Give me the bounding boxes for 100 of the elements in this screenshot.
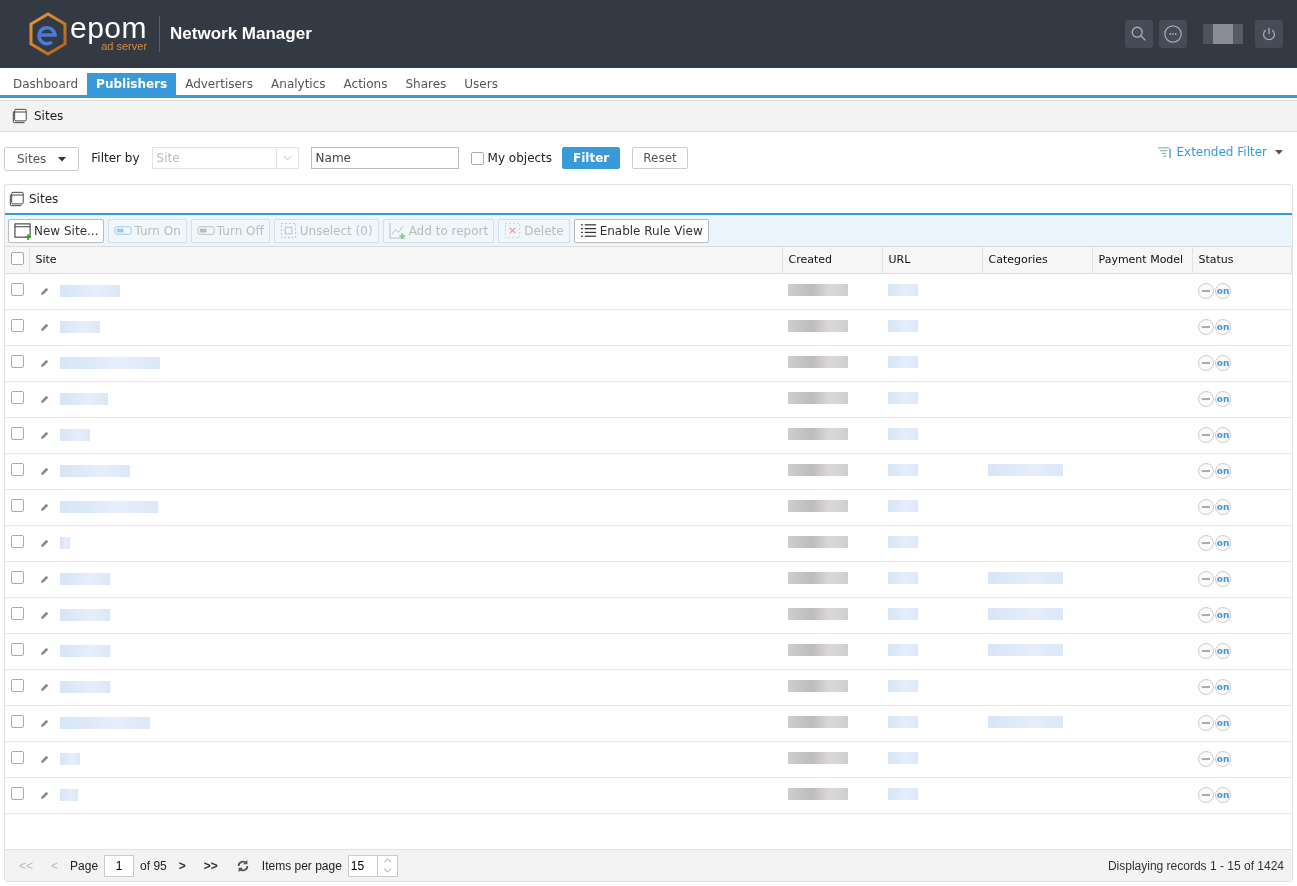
pager-button[interactable]: >> <box>197 858 224 873</box>
status-toggle[interactable]: on <box>1215 643 1231 659</box>
minus-toggle[interactable] <box>1198 571 1214 587</box>
app-title: Network Manager <box>170 24 312 44</box>
column-header[interactable]: Payment Model <box>1092 247 1192 273</box>
logout-button[interactable] <box>1255 20 1283 48</box>
pencil-icon <box>39 537 50 549</box>
toolbar-button[interactable]: Enable Rule View <box>573 218 709 243</box>
status-toggle[interactable]: on <box>1215 319 1231 335</box>
nav-tab[interactable]: Shares <box>396 73 456 95</box>
row-checkbox[interactable] <box>11 463 24 476</box>
minus-toggle[interactable] <box>1198 535 1214 551</box>
chevron-down-icon <box>282 155 292 161</box>
blurred-text <box>888 463 918 476</box>
blurred-text <box>888 607 918 620</box>
column-header[interactable]: Categories <box>982 247 1092 273</box>
page-label: Page <box>70 858 99 873</box>
row-checkbox[interactable] <box>11 283 24 296</box>
minus-toggle[interactable] <box>1198 427 1214 443</box>
blurred-text <box>888 427 918 440</box>
minus-toggle[interactable] <box>1198 391 1214 407</box>
items-per-page-field[interactable]: 15 <box>347 854 378 877</box>
minus-toggle[interactable] <box>1198 643 1214 659</box>
name-field[interactable]: Name <box>310 147 459 169</box>
column-header[interactable]: URL <box>882 247 982 273</box>
row-checkbox[interactable] <box>11 679 24 692</box>
pencil-icon <box>39 645 50 657</box>
row-checkbox[interactable] <box>11 355 24 368</box>
pager-button[interactable]: > <box>172 858 192 873</box>
status-toggle[interactable]: on <box>1215 607 1231 623</box>
blurred-text <box>788 571 848 584</box>
column-header[interactable]: Status <box>1192 247 1292 273</box>
row-checkbox[interactable] <box>11 643 24 656</box>
status-toggle[interactable]: on <box>1215 427 1231 443</box>
records-summary: Displaying records 1 - 15 of 1424 <box>1107 858 1284 873</box>
minus-toggle[interactable] <box>1198 787 1214 803</box>
nav-tab[interactable]: Publishers <box>87 73 177 95</box>
minus-toggle[interactable] <box>1198 319 1214 335</box>
status-toggle[interactable]: on <box>1215 463 1231 479</box>
row-checkbox[interactable] <box>11 535 24 548</box>
chat-button[interactable] <box>1159 20 1187 48</box>
blurred-text <box>788 391 848 404</box>
minus-toggle[interactable] <box>1198 283 1214 299</box>
row-checkbox[interactable] <box>11 319 24 332</box>
refresh-icon <box>235 858 250 873</box>
extended-filter-link[interactable]: Extended Filter <box>1157 145 1283 159</box>
status-toggle[interactable]: on <box>1215 787 1231 803</box>
status-toggle[interactable]: on <box>1215 571 1231 587</box>
dashed-square-icon <box>279 221 298 240</box>
status-toggle[interactable]: on <box>1215 499 1231 515</box>
page-field[interactable]: 1 <box>104 854 135 877</box>
reset-button[interactable]: Reset <box>632 147 688 169</box>
pencil-icon <box>39 717 50 729</box>
column-header[interactable]: Site <box>29 247 782 273</box>
checkbox[interactable] <box>470 151 484 165</box>
row-checkbox[interactable] <box>11 607 24 620</box>
blurred-text <box>60 393 108 405</box>
status-toggle[interactable]: on <box>1215 535 1231 551</box>
pencil-icon <box>39 753 50 765</box>
row-checkbox[interactable] <box>11 499 24 512</box>
spinner-arrows[interactable] <box>377 854 398 877</box>
row-checkbox[interactable] <box>11 787 24 800</box>
status-toggle[interactable]: on <box>1215 679 1231 695</box>
status-toggle[interactable]: on <box>1215 283 1231 299</box>
blurred-user-name <box>1203 24 1243 44</box>
filter-button[interactable]: Filter <box>562 147 621 169</box>
nav-tab[interactable]: Users <box>455 73 507 95</box>
row-checkbox[interactable] <box>11 751 24 764</box>
minus-toggle[interactable] <box>1198 463 1214 479</box>
blurred-text <box>888 679 918 692</box>
column-header[interactable]: Created <box>782 247 882 273</box>
row-checkbox[interactable] <box>11 427 24 440</box>
row-checkbox[interactable] <box>11 715 24 728</box>
filter-select[interactable]: Site <box>151 147 299 169</box>
minus-toggle[interactable] <box>1198 715 1214 731</box>
nav-tab[interactable]: Dashboard <box>4 73 88 95</box>
nav-tab[interactable]: Analytics <box>262 73 335 95</box>
row-checkbox[interactable] <box>11 571 24 584</box>
minus-toggle[interactable] <box>1198 499 1214 515</box>
select-all-checkbox[interactable] <box>11 251 24 265</box>
toolbar-button[interactable]: New Site... <box>8 218 105 243</box>
scope-dropdown[interactable]: Sites <box>4 147 80 171</box>
nav-tab[interactable]: Advertisers <box>176 73 263 95</box>
status-toggle[interactable]: on <box>1215 391 1231 407</box>
items-per-page-label: Items per page <box>261 858 342 873</box>
blurred-text <box>788 751 848 764</box>
status-toggle[interactable]: on <box>1215 355 1231 371</box>
nav-tab[interactable]: Actions <box>334 73 397 95</box>
row-checkbox[interactable] <box>11 391 24 404</box>
blurred-text <box>60 573 110 585</box>
status-toggle[interactable]: on <box>1215 715 1231 731</box>
minus-toggle[interactable] <box>1198 607 1214 623</box>
search-button[interactable] <box>1125 20 1153 48</box>
blurred-text <box>788 427 848 440</box>
status-toggle[interactable]: on <box>1215 751 1231 767</box>
minus-toggle[interactable] <box>1198 355 1214 371</box>
minus-toggle[interactable] <box>1198 679 1214 695</box>
blurred-text <box>60 429 90 441</box>
minus-toggle[interactable] <box>1198 751 1214 767</box>
blurred-text <box>60 645 110 657</box>
